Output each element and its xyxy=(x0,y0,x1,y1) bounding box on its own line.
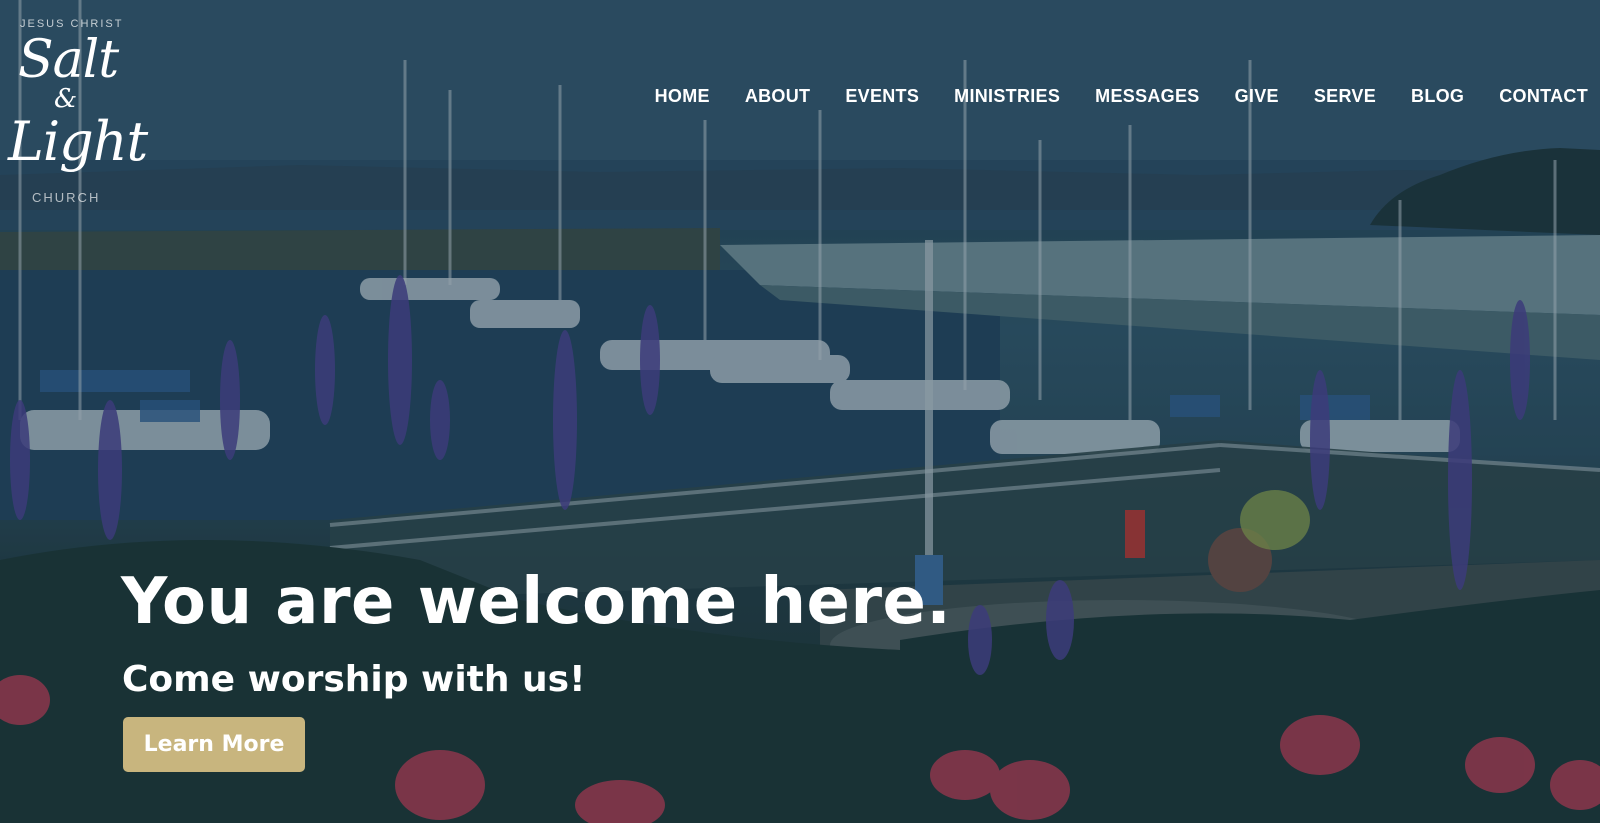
nav-ministries[interactable]: MINISTRIES xyxy=(954,86,1060,107)
hero-headline: You are welcome here. xyxy=(121,565,952,639)
logo-word-salt: Salt xyxy=(18,30,119,90)
nav-about[interactable]: ABOUT xyxy=(745,86,811,107)
main-nav: HOME ABOUT EVENTS MINISTRIES MESSAGES GI… xyxy=(620,86,1588,107)
nav-messages[interactable]: MESSAGES xyxy=(1095,86,1199,107)
hero-section: JESUS CHRIST Salt & Light CHURCH HOME AB… xyxy=(0,0,1600,823)
nav-blog[interactable]: BLOG xyxy=(1411,86,1464,107)
nav-home[interactable]: HOME xyxy=(655,86,710,107)
logo-subtitle: CHURCH xyxy=(32,190,101,205)
learn-more-button[interactable]: Learn More xyxy=(123,717,305,772)
nav-serve[interactable]: SERVE xyxy=(1314,86,1376,107)
nav-contact[interactable]: CONTACT xyxy=(1499,86,1588,107)
nav-events[interactable]: EVENTS xyxy=(845,86,919,107)
logo-tagline: JESUS CHRIST xyxy=(20,18,124,30)
nav-give[interactable]: GIVE xyxy=(1235,86,1279,107)
logo-word-light: Light xyxy=(8,110,148,173)
church-logo[interactable]: JESUS CHRIST Salt & Light CHURCH xyxy=(6,14,148,214)
hero-subheadline: Come worship with us! xyxy=(122,659,586,700)
